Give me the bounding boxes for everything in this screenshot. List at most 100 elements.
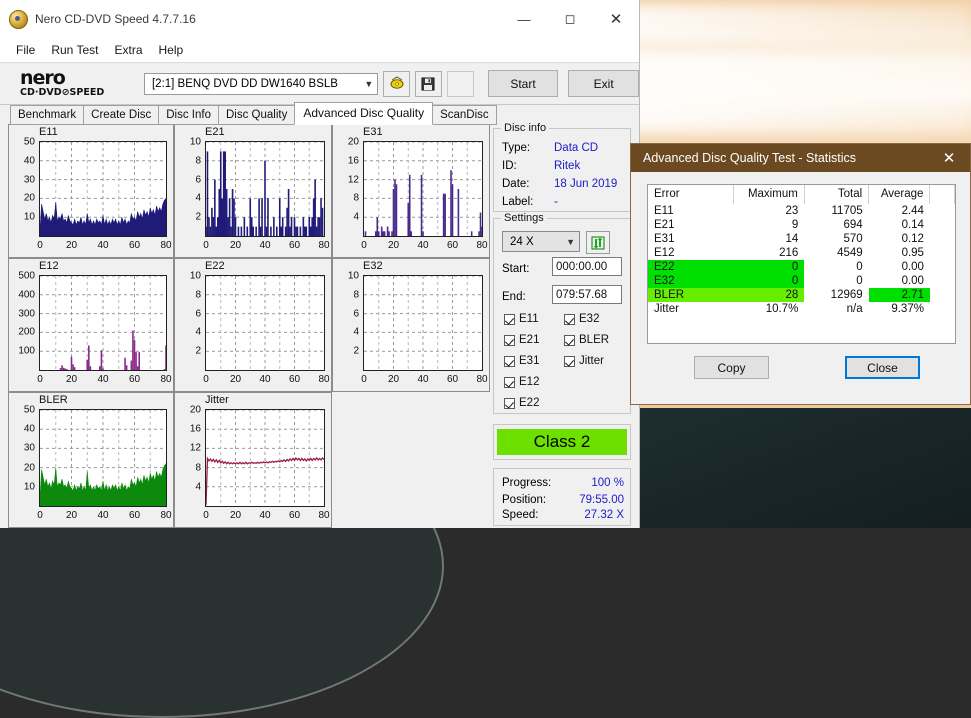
chart-title: E12 [39,260,59,272]
eject-disc-icon[interactable] [383,70,411,97]
title-bar: Nero CD-DVD Speed 4.7.7.16 — ◻ ✕ [0,0,639,38]
minimize-icon[interactable]: — [501,0,547,38]
start-position-input[interactable]: 000:00.00 [552,257,622,276]
y-axis-tick: 2 [353,345,359,357]
x-axis-tick: 40 [97,374,109,385]
tab-advanced-disc-quality[interactable]: Advanced Disc Quality [294,102,434,125]
advanced-disc-quality-panel: E11 10 20 30 40 50 0 20 40 60 80 E21 2 4 6 8 10 0 20 40 60 8… [0,122,639,528]
close-button[interactable]: Close [845,356,920,379]
save-floppy-icon[interactable] [415,70,442,97]
col-average[interactable]: Average [868,185,931,204]
checkbox-e32[interactable]: E32 [564,313,599,325]
check-icon [564,313,575,325]
chart-e31: E31 4 8 12 16 20 0 20 40 60 80 [332,124,490,258]
table-header-row: Error Maximum Total Average [648,185,955,204]
progress-value: 100 % [591,477,624,489]
tab-scandisc[interactable]: ScanDisc [432,105,497,125]
cell-total: 570 [843,233,863,245]
maximize-icon[interactable]: ◻ [547,0,593,38]
tab-create-disc[interactable]: Create Disc [83,105,160,125]
y-axis-tick: 16 [189,423,201,435]
col-error[interactable]: Error [648,185,735,204]
cell-total: n/a [846,303,863,315]
col-maximum[interactable]: Maximum [733,185,805,204]
close-icon[interactable]: ✕ [928,144,970,172]
checkbox-e11[interactable]: E11 [504,313,539,325]
chart-title: E31 [363,126,383,138]
checkbox-e31-label: E31 [519,355,540,367]
table-row[interactable]: E22 0 0 0.00 [648,260,955,274]
x-axis-tick: 60 [446,374,459,385]
menu-item-file[interactable]: File [8,40,43,60]
close-icon[interactable]: ✕ [593,0,639,38]
table-row[interactable]: E11 23 11705 2.44 [648,204,955,218]
chart-plot-area [363,141,483,237]
menu-item-run-test[interactable]: Run Test [43,40,106,60]
table-row[interactable]: E31 14 570 0.12 [648,232,955,246]
chart-plot-area [205,141,325,237]
checkbox-jitter[interactable]: Jitter [564,355,604,367]
start-button[interactable]: Start [487,70,559,97]
table-row[interactable]: Jitter 10.7% n/a 9.37% [648,302,955,316]
x-axis-tick: 20 [387,240,400,251]
x-axis-tick: 60 [288,374,301,385]
cell-filler [930,218,955,232]
exit-button[interactable]: Exit [568,70,639,97]
table-row[interactable]: BLER 28 12969 2.71 [648,288,955,302]
x-axis-tick: 20 [229,374,242,385]
x-axis-tick: 0 [203,374,209,385]
refresh-glyph [591,236,605,249]
menu-item-extra[interactable]: Extra [106,40,150,60]
chart-e32: E32 2 4 6 8 10 0 20 40 60 80 [332,258,490,392]
x-axis-tick: 80 [160,374,172,385]
y-axis-tick: 16 [347,155,359,167]
statistics-dialog-title: Advanced Disc Quality Test - Statistics [643,151,857,165]
x-axis-tick: 40 [417,374,429,385]
end-position-input[interactable]: 079:57.68 [552,285,622,304]
chart-title: E11 [39,126,58,138]
table-row[interactable]: E21 9 694 0.14 [648,218,955,232]
check-icon [504,313,515,325]
y-axis-tick: 400 [18,289,35,301]
x-axis-tick: 0 [203,510,209,521]
cell-filler [930,232,955,246]
checkbox-e22[interactable]: E22 [504,397,539,409]
chart-title: BLER [39,394,68,406]
cell-filler [930,260,955,274]
tab-disc-info[interactable]: Disc Info [158,105,219,125]
tab-benchmark[interactable]: Benchmark [10,105,85,125]
chart-bler: BLER 10 20 30 40 50 0 20 40 60 80 [8,392,174,528]
col-filler [929,185,955,204]
checkbox-e32-label: E32 [579,313,600,325]
disc-info-id-value: Ritek [554,160,581,172]
table-row[interactable]: E12 216 4549 0.95 [648,246,955,260]
x-axis-tick: 60 [128,374,141,385]
cell-error: BLER [648,288,734,302]
y-axis-tick: 12 [347,174,359,186]
chart-plot-area [363,275,483,371]
checkbox-e31[interactable]: E31 [504,355,539,367]
copy-button[interactable]: Copy [694,356,769,379]
speed-select[interactable]: 24 X ▼ [502,231,580,252]
col-total[interactable]: Total [804,185,870,204]
checkbox-bler[interactable]: BLER [564,334,609,346]
menu-item-help[interactable]: Help [151,40,192,60]
cell-filler [930,302,955,316]
menu-bar: File Run Test Extra Help [0,38,639,63]
refresh-speed-icon[interactable] [586,231,610,254]
x-axis-tick: 60 [128,240,141,251]
x-axis-tick: 60 [446,240,459,251]
y-axis-tick: 20 [189,404,201,416]
drive-select[interactable]: [2:1] BENQ DVD DD DW1640 BSLB ▼ [143,72,379,95]
x-axis-tick: 20 [229,510,242,521]
checkbox-e21[interactable]: E21 [504,334,539,346]
disc-info-type-value: Data CD [554,142,599,154]
tab-disc-quality[interactable]: Disc Quality [218,105,296,125]
disc-info-date-label: Date: [502,178,530,190]
checkbox-e12[interactable]: E12 [504,376,539,388]
y-axis-tick: 10 [347,270,359,282]
settings-group: Settings 24 X ▼ Start: 000:00.00 End: 07… [493,212,631,414]
chart-plot-area [205,275,325,371]
table-row[interactable]: E32 0 0 0.00 [648,274,955,288]
chart-title: E32 [363,260,383,272]
